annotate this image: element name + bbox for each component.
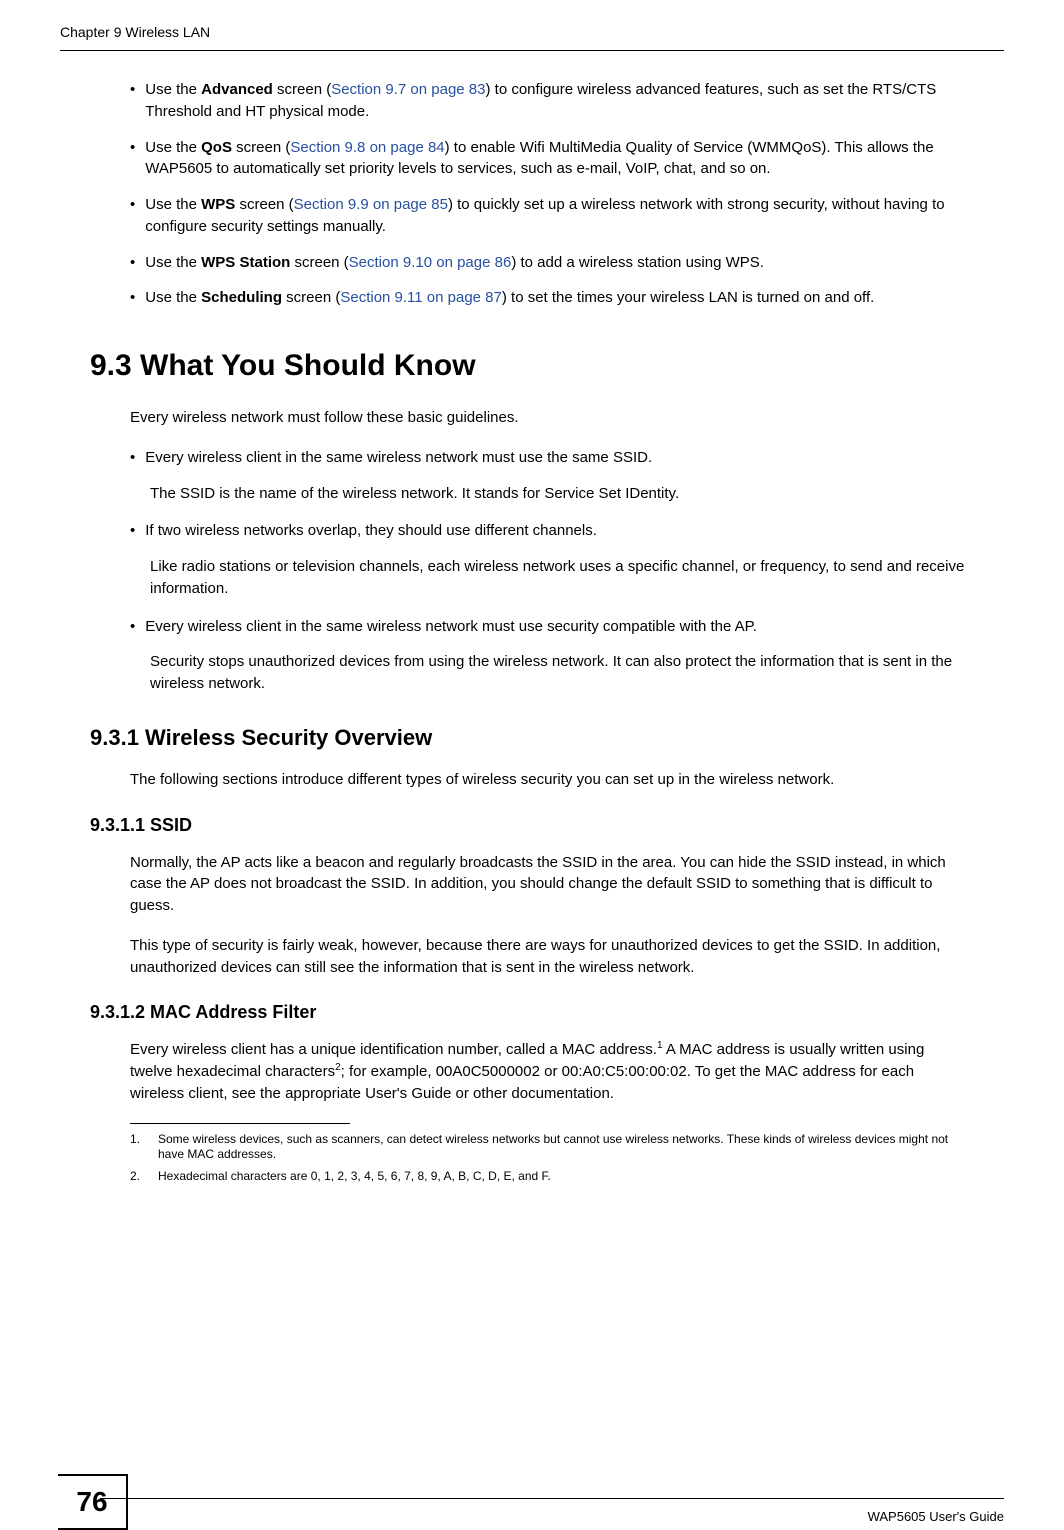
footnote-1: 1. Some wireless devices, such as scanne…: [130, 1132, 969, 1163]
bullet-text: Use the WPS screen (Section 9.9 on page …: [145, 194, 969, 238]
guideline-ssid-sub: The SSID is the name of the wireless net…: [150, 483, 969, 505]
ssid-para-1: Normally, the AP acts like a beacon and …: [130, 852, 969, 917]
bullet-advanced: • Use the Advanced screen (Section 9.7 o…: [130, 79, 969, 123]
guideline-text: If two wireless networks overlap, they s…: [145, 520, 969, 542]
xref-link[interactable]: Section 9.10 on page 86: [349, 254, 512, 271]
text: Use the: [145, 254, 201, 271]
bullet-text: Use the Scheduling screen (Section 9.11 …: [145, 287, 969, 309]
xref-link[interactable]: Section 9.11 on page 87: [340, 289, 502, 306]
bullet-dot-icon: •: [130, 520, 135, 542]
bullet-text: Use the WPS Station screen (Section 9.10…: [145, 252, 969, 274]
guideline-channels: • If two wireless networks overlap, they…: [130, 520, 969, 542]
footnote-text: Some wireless devices, such as scanners,…: [158, 1132, 969, 1163]
bullet-dot-icon: •: [130, 447, 135, 469]
text: screen (: [290, 254, 348, 271]
bold-label: Scheduling: [201, 289, 282, 306]
bold-label: Advanced: [201, 81, 273, 98]
header-rule: [60, 50, 1004, 51]
chapter-label: Chapter 9 Wireless LAN: [60, 24, 210, 40]
text: screen (: [232, 139, 290, 156]
guideline-text: Every wireless client in the same wirele…: [145, 447, 969, 469]
section-9-3-1-2-heading: 9.3.1.2 MAC Address Filter: [90, 1002, 969, 1023]
guideline-ssid: • Every wireless client in the same wire…: [130, 447, 969, 469]
footnote-text: Hexadecimal characters are 0, 1, 2, 3, 4…: [158, 1169, 969, 1185]
section-9-3-heading: 9.3 What You Should Know: [90, 349, 969, 383]
page-number: 76: [58, 1474, 128, 1530]
bold-label: WPS: [201, 196, 235, 213]
bullet-dot-icon: •: [130, 194, 135, 238]
bold-label: WPS Station: [201, 254, 290, 271]
bullet-text: Use the Advanced screen (Section 9.7 on …: [145, 79, 969, 123]
section-9-3-intro: Every wireless network must follow these…: [130, 407, 969, 429]
text: ) to set the times your wireless LAN is …: [502, 289, 874, 306]
bullet-wps-station: • Use the WPS Station screen (Section 9.…: [130, 252, 969, 274]
text: ) to add a wireless station using WPS.: [511, 254, 764, 271]
section-9-3-1-1-heading: 9.3.1.1 SSID: [90, 815, 969, 836]
text: Every wireless client has a unique ident…: [130, 1041, 657, 1058]
text: screen (: [273, 81, 331, 98]
text: screen (: [235, 196, 293, 213]
text: Use the: [145, 81, 201, 98]
text: Use the: [145, 139, 201, 156]
ssid-para-2: This type of security is fairly weak, ho…: [130, 935, 969, 979]
bullet-text: Use the QoS screen (Section 9.8 on page …: [145, 137, 969, 181]
footnote-number: 2.: [130, 1169, 158, 1185]
guideline-security: • Every wireless client in the same wire…: [130, 616, 969, 638]
mac-para: Every wireless client has a unique ident…: [130, 1039, 969, 1104]
footnote-number: 1.: [130, 1132, 158, 1163]
section-9-3-1-para: The following sections introduce differe…: [130, 769, 969, 791]
xref-link[interactable]: Section 9.9 on page 85: [294, 196, 448, 213]
xref-link[interactable]: Section 9.7 on page 83: [331, 81, 485, 98]
bullet-dot-icon: •: [130, 79, 135, 123]
section-9-3-1-heading: 9.3.1 Wireless Security Overview: [90, 725, 969, 751]
xref-link[interactable]: Section 9.8 on page 84: [290, 139, 444, 156]
guide-title: WAP5605 User's Guide: [868, 1509, 1004, 1524]
text: Use the: [145, 196, 201, 213]
guideline-channels-sub: Like radio stations or television channe…: [150, 556, 969, 600]
guideline-text: Every wireless client in the same wirele…: [145, 616, 969, 638]
footnote-2: 2. Hexadecimal characters are 0, 1, 2, 3…: [130, 1169, 969, 1185]
text: Use the: [145, 289, 201, 306]
page-footer: 76 WAP5605 User's Guide: [100, 1498, 1004, 1524]
guideline-security-sub: Security stops unauthorized devices from…: [150, 651, 969, 695]
bullet-qos: • Use the QoS screen (Section 9.8 on pag…: [130, 137, 969, 181]
bullet-wps: • Use the WPS screen (Section 9.9 on pag…: [130, 194, 969, 238]
footnote-rule: [130, 1123, 350, 1124]
bullet-dot-icon: •: [130, 137, 135, 181]
bullet-dot-icon: •: [130, 252, 135, 274]
bullet-dot-icon: •: [130, 287, 135, 309]
bullet-dot-icon: •: [130, 616, 135, 638]
bullet-scheduling: • Use the Scheduling screen (Section 9.1…: [130, 287, 969, 309]
text: screen (: [282, 289, 340, 306]
bold-label: QoS: [201, 139, 232, 156]
